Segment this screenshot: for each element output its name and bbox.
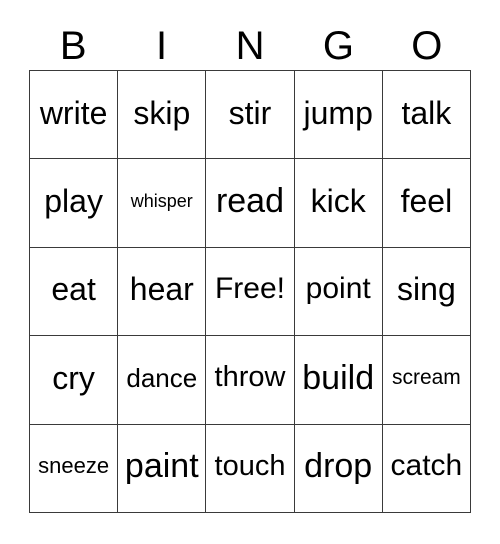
bingo-cell[interactable]: scream [382, 336, 471, 425]
bingo-cell-label: feel [400, 183, 453, 220]
bingo-cell-label: kick [310, 183, 366, 220]
bingo-cell-label: point [305, 272, 371, 306]
bingo-cell-label: play [44, 183, 103, 220]
bingo-header-letter-b: B [59, 24, 87, 68]
bingo-cell[interactable]: feel [382, 159, 471, 248]
bingo-cell[interactable]: dance [118, 336, 207, 425]
bingo-cell-label: cry [52, 359, 95, 396]
bingo-cell[interactable]: sneeze [30, 424, 119, 513]
bingo-header-row: B I N G O [29, 22, 471, 70]
bingo-cell-label: catch [390, 449, 463, 483]
bingo-cell[interactable]: eat [30, 247, 119, 337]
bingo-cell-label: hear [129, 271, 194, 308]
bingo-cell-label: scream [391, 366, 461, 390]
bingo-cell-label: sneeze [38, 453, 110, 479]
bingo-cell[interactable]: hear [118, 247, 207, 337]
bingo-cell[interactable]: drop [294, 424, 383, 513]
bingo-header-letter-n: N [235, 24, 265, 68]
bingo-cell[interactable]: point [294, 247, 383, 337]
bingo-cell-label: touch [214, 449, 286, 482]
bingo-cell-label: drop [304, 447, 373, 486]
bingo-cell[interactable]: throw [206, 336, 295, 425]
bingo-cell-label: sing [397, 271, 456, 308]
bingo-cell-label: stir [228, 94, 272, 131]
bingo-cell-label: dance [126, 362, 198, 393]
bingo-grid: write skip stir jump talk play whisper r… [29, 70, 471, 513]
bingo-cell[interactable]: cry [30, 336, 119, 425]
bingo-header-letter-g: G [322, 24, 354, 68]
bingo-cell[interactable]: write [30, 71, 119, 160]
bingo-cell-label: build [302, 358, 375, 397]
bingo-cell-free-space[interactable]: Free! [206, 247, 295, 337]
bingo-header-letter-o: O [411, 24, 443, 68]
bingo-cell[interactable]: jump [294, 71, 383, 160]
bingo-cell[interactable]: build [294, 336, 383, 425]
bingo-cell[interactable]: catch [382, 424, 471, 513]
bingo-cell[interactable]: stir [206, 71, 295, 160]
bingo-cell-label: jump [303, 94, 373, 131]
bingo-cell[interactable]: kick [294, 159, 383, 248]
bingo-cell-label: skip [133, 94, 191, 131]
bingo-cell[interactable]: touch [206, 424, 295, 513]
bingo-cell[interactable]: talk [382, 71, 471, 160]
bingo-cell-label: eat [51, 271, 96, 308]
bingo-cell[interactable]: sing [382, 247, 471, 337]
bingo-cell[interactable]: play [30, 159, 119, 248]
bingo-cell-label: throw [214, 361, 286, 394]
bingo-cell[interactable]: paint [118, 424, 207, 513]
bingo-cell-label: whisper [130, 191, 193, 212]
bingo-cell-label: talk [401, 94, 452, 131]
bingo-cell-label: write [39, 94, 108, 131]
bingo-cell-label: paint [124, 447, 199, 486]
bingo-header-letter-i: I [156, 24, 168, 68]
bingo-card: B I N G O write skip stir jump talk play… [0, 0, 500, 544]
bingo-cell[interactable]: whisper [118, 159, 207, 248]
bingo-cell[interactable]: skip [118, 71, 207, 160]
bingo-cell-label: read [215, 182, 285, 221]
bingo-cell-label: Free! [214, 272, 285, 306]
bingo-cell[interactable]: read [206, 159, 295, 248]
